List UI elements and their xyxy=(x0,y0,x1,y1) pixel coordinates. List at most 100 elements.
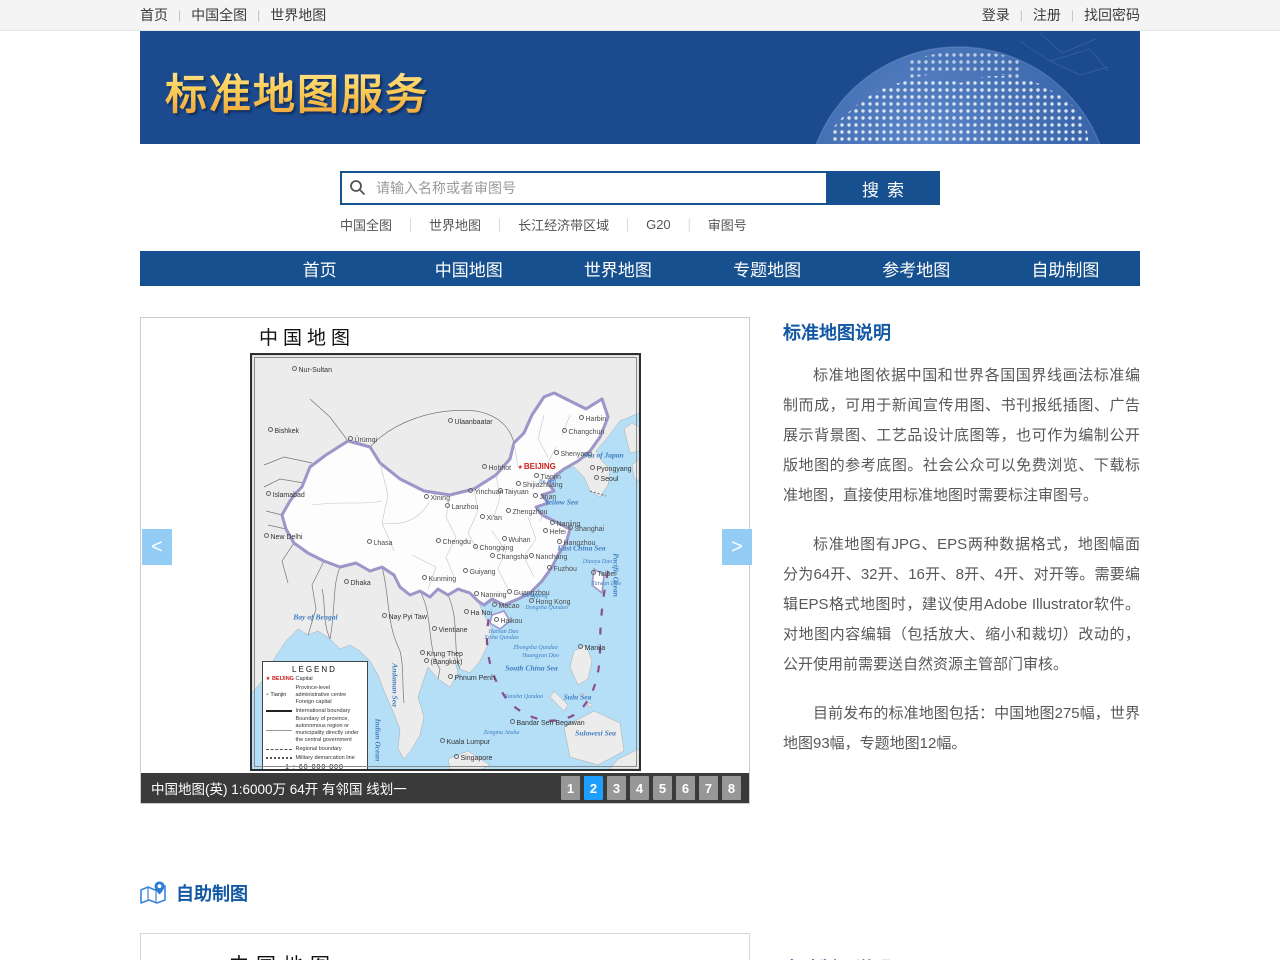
quick-link-g20[interactable]: G20 xyxy=(646,217,671,232)
map-label: Zhengzhou xyxy=(506,508,548,516)
carousel-next-button[interactable]: > xyxy=(722,529,752,565)
description-paragraph: 标准地图依据中国和世界各国国界线画法标准编制而成，可用于新闻宣传用图、书刊报纸插… xyxy=(783,361,1140,511)
map-label: Indian Ocean xyxy=(374,719,382,762)
legend-scale: 1 : 60 000 000 xyxy=(266,764,364,769)
map-label: Zengmu Ansha xyxy=(484,730,520,736)
map-label: Islamabad xyxy=(266,491,305,499)
page-button-1[interactable]: 1 xyxy=(561,776,580,800)
map-label: Pyongyang xyxy=(590,465,632,473)
map-label: East China Sea xyxy=(558,544,606,552)
login-link[interactable]: 登录 xyxy=(982,5,1010,25)
map-carousel-panel: 中国地图 xyxy=(140,317,750,804)
map-label: Nur-Sultan xyxy=(292,366,332,374)
quick-link-world[interactable]: 世界地图 xyxy=(429,215,481,234)
map-label: Haikou xyxy=(494,617,523,625)
map-pin-icon xyxy=(140,881,167,906)
search-button[interactable]: 搜索 xyxy=(826,171,940,205)
map-label: Dongsha Qundao xyxy=(525,605,568,611)
page-button-5[interactable]: 5 xyxy=(653,776,672,800)
self-service-map-panel[interactable]: 中国地图 xyxy=(140,933,750,960)
description-column: 标准地图说明 标准地图依据中国和世界各国国界线画法标准编制而成，可用于新闻宣传用… xyxy=(783,317,1140,804)
quick-links: 中国全图｜ 世界地图｜ 长江经济带区域｜ G20｜ 审图号 xyxy=(340,215,940,234)
map-label: Yellow Sea xyxy=(545,498,578,506)
legend-row: Military demarcation line xyxy=(266,755,364,762)
nav-item-self-service[interactable]: 自助制图 xyxy=(991,256,1140,281)
map-label: Bandar Seri Begawan xyxy=(510,719,585,727)
nav-item-thematic-maps[interactable]: 专题地图 xyxy=(693,256,842,281)
site-title: 标准地图服务 xyxy=(165,61,429,122)
nav-item-world-maps[interactable]: 世界地图 xyxy=(543,256,692,281)
page-button-8[interactable]: 8 xyxy=(722,776,741,800)
legend-row: Boundary of province, autonomous region … xyxy=(266,716,364,744)
legend-row: ★ BEIJINGCapital xyxy=(266,676,364,683)
map-label: Wuhan xyxy=(502,536,531,544)
map-label: Seoul xyxy=(594,475,619,483)
map-label: Ha Noi xyxy=(464,609,492,617)
legend-row: Regional boundary xyxy=(266,746,364,753)
topbar: 首页| 中国全图| 世界地图 登录| 注册| 找回密码 xyxy=(0,0,1280,31)
map-label: Lhasa xyxy=(367,539,393,547)
quick-link-yangtze[interactable]: 长江经济带区域 xyxy=(518,215,609,234)
map-label: Harbin xyxy=(579,415,607,423)
page-button-7[interactable]: 7 xyxy=(699,776,718,800)
quick-link-approval-number[interactable]: 审图号 xyxy=(708,215,747,234)
map-label: Bo Hai xyxy=(539,479,556,485)
map-label: Sulu Sea xyxy=(564,693,592,701)
map-label: Zhongsha Qundao xyxy=(513,645,558,651)
carousel-pager: 1 2 3 4 5 6 7 8 xyxy=(561,776,741,800)
topbar-link-china-map[interactable]: 中国全图 xyxy=(191,5,247,25)
map-label: Hefei xyxy=(543,528,566,536)
map-legend: LEGEND ★ BEIJINGCapital∘ TianjinProvince… xyxy=(262,661,368,769)
map-label: Lanzhou xyxy=(445,503,479,511)
map-label: Taiyuan xyxy=(498,488,529,496)
legend-row: International boundary xyxy=(266,708,364,715)
map-label: Hohhot xyxy=(482,464,512,472)
register-link[interactable]: 注册 xyxy=(1033,5,1061,25)
nav-item-home[interactable]: 首页 xyxy=(245,256,394,281)
map-label: Nansha Qundao xyxy=(504,694,543,700)
map-label: Changchun xyxy=(562,428,605,436)
map-label: Xisha Qundao xyxy=(484,635,519,641)
map-label: Diaoyu Dao xyxy=(583,559,613,565)
description-title: 标准地图说明 xyxy=(783,319,1140,345)
map-label: Changsha xyxy=(490,553,529,561)
page-button-3[interactable]: 3 xyxy=(607,776,626,800)
nav-item-reference-maps[interactable]: 参考地图 xyxy=(842,256,991,281)
self-service-panel-title: 中国地图 xyxy=(141,934,749,960)
map-label: (Bangkok) xyxy=(424,658,463,666)
map-label: Taiwan Dao xyxy=(592,581,621,587)
page-button-2[interactable]: 2 xyxy=(584,776,603,800)
map-label: Fuzhou xyxy=(547,565,577,573)
map-label: Nanning xyxy=(474,591,507,599)
search-input[interactable] xyxy=(340,171,826,205)
topbar-link-world-map[interactable]: 世界地图 xyxy=(270,5,326,25)
topbar-left-links: 首页| 中国全图| 世界地图 xyxy=(140,5,326,25)
description-paragraph: 标准地图有JPG、EPS两种数据格式，地图幅面分为64开、32开、16开、8开、… xyxy=(783,530,1140,680)
globe-graphic xyxy=(790,31,1110,144)
map-label: Nay Pyi Taw xyxy=(382,613,427,621)
page-button-4[interactable]: 4 xyxy=(630,776,649,800)
map-image[interactable]: Nur-SultanBishkekIslamabadNew DelhiDhaka… xyxy=(250,353,641,771)
legend-row: ∘ TianjinProvince-level administrative c… xyxy=(266,685,364,706)
map-label: Bishkek xyxy=(268,427,300,435)
quick-link-china[interactable]: 中国全图 xyxy=(340,215,392,234)
map-label: Xining xyxy=(424,494,450,502)
nav-item-china-maps[interactable]: 中国地图 xyxy=(394,256,543,281)
banner: 标准地图服务 xyxy=(140,31,1140,144)
map-label: Chengdu xyxy=(436,538,471,546)
map-label: Xi'an xyxy=(480,514,502,522)
map-label: BEIJING xyxy=(518,463,556,471)
map-label: Sea of Japan xyxy=(583,451,623,459)
map-label: Krung Thep xyxy=(420,650,463,658)
map-label: Phnum Penh xyxy=(448,674,495,682)
topbar-link-home[interactable]: 首页 xyxy=(140,5,168,25)
map-label: Sulawesi Sea xyxy=(575,729,616,737)
carousel-caption-bar: 中国地图(英) 1:6000万 64开 有邻国 线划一 1 2 3 4 5 6 … xyxy=(141,773,749,803)
map-label: Bay of Bengal xyxy=(293,613,337,621)
recover-password-link[interactable]: 找回密码 xyxy=(1084,5,1140,25)
map-label: Singapore xyxy=(454,754,493,762)
map-label: New Delhi xyxy=(264,533,303,541)
search-icon xyxy=(349,179,366,196)
carousel-prev-button[interactable]: < xyxy=(142,529,172,565)
page-button-6[interactable]: 6 xyxy=(676,776,695,800)
